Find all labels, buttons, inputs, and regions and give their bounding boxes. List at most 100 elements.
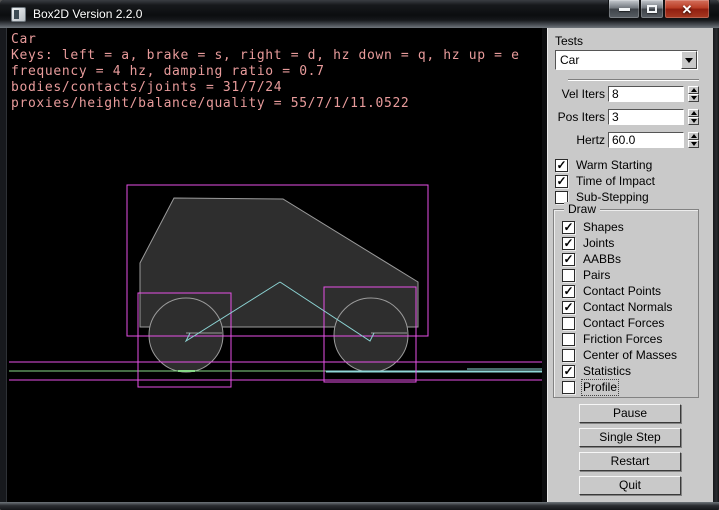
arrow-down-icon <box>691 119 697 123</box>
canvas-text-line-4: bodies/contacts/joints = 31/7/24 <box>11 80 520 96</box>
close-button[interactable]: ✕ <box>664 0 710 19</box>
time-of-impact-label: Time of Impact <box>576 175 655 188</box>
arrow-down-icon <box>691 142 697 146</box>
checkbox-friction-forces[interactable] <box>562 333 575 346</box>
separator <box>568 79 699 81</box>
checkbox-row-shapes[interactable]: ✓ Shapes <box>562 221 677 234</box>
hertz-spinner-down-button[interactable] <box>688 140 699 148</box>
minimize-icon <box>619 8 630 11</box>
canvas-text-line-3: frequency = 4 hz, damping ratio = 0.7 <box>11 64 520 80</box>
checkbox-time-of-impact[interactable]: ✓ <box>555 175 568 188</box>
checkbox-pairs[interactable] <box>562 269 575 282</box>
checkbox-row-contact-normals[interactable]: ✓ Contact Normals <box>562 301 677 314</box>
tests-dropdown-value: Car <box>560 53 579 67</box>
checkbox-row-joints[interactable]: ✓ Joints <box>562 237 677 250</box>
rear-wheel <box>334 298 408 372</box>
checkbox-row-warm-starting[interactable]: ✓ Warm Starting <box>555 159 655 172</box>
vel-iters-spinner <box>688 86 699 102</box>
checkbox-profile[interactable] <box>562 381 575 394</box>
checkbox-contact-normals[interactable]: ✓ <box>562 301 575 314</box>
joints-label: Joints <box>583 237 614 250</box>
pos-iters-label: Pos Iters <box>548 109 605 125</box>
pos-iters-spinner <box>688 109 699 125</box>
control-panel: Tests Car Vel Iters8Pos Iters3Hertz60.0 … <box>547 28 713 502</box>
arrow-up-icon <box>691 134 697 138</box>
vel-iters-label: Vel Iters <box>548 86 605 102</box>
close-icon: ✕ <box>682 3 693 16</box>
arrow-down-icon <box>691 96 697 100</box>
checkbox-warm-starting[interactable]: ✓ <box>555 159 568 172</box>
checkbox-row-profile[interactable]: Profile <box>562 381 677 394</box>
draw-toggle-list: ✓ Shapes ✓ Joints ✓ AABBs Pairs ✓ Contact Points… <box>562 221 677 397</box>
single-step-button[interactable]: Single Step <box>579 428 681 447</box>
checkbox-row-pairs[interactable]: Pairs <box>562 269 677 282</box>
maximize-button[interactable] <box>640 0 664 19</box>
checkbox-aabbs[interactable]: ✓ <box>562 253 575 266</box>
tests-dropdown[interactable]: Car <box>555 50 698 70</box>
shapes-label: Shapes <box>583 221 624 234</box>
chevron-down-icon <box>685 58 693 63</box>
pos-iters-spinner-down-button[interactable] <box>688 117 699 125</box>
field-row-vel-iters: Vel Iters8 <box>548 86 708 102</box>
checkbox-statistics[interactable]: ✓ <box>562 365 575 378</box>
vel-iters-spinner-down-button[interactable] <box>688 94 699 102</box>
solver-toggles: ✓Warm Starting✓Time of ImpactSub-Steppin… <box>555 159 655 207</box>
checkbox-row-contact-points[interactable]: ✓ Contact Points <box>562 285 677 298</box>
field-row-pos-iters: Pos Iters3 <box>548 109 708 125</box>
vel-iters-input[interactable]: 8 <box>608 86 684 102</box>
vel-iters-spinner-up-button[interactable] <box>688 86 699 94</box>
center-of-masses-label: Center of Masses <box>583 349 677 362</box>
window-border-bottom <box>0 502 719 510</box>
pause-button[interactable]: Pause <box>579 404 681 423</box>
draw-group-label: Draw <box>564 202 600 216</box>
contact-points-label: Contact Points <box>583 285 661 298</box>
tests-label: Tests <box>555 34 583 48</box>
canvas-text-line-1: Car <box>11 32 520 48</box>
checkbox-row-statistics[interactable]: ✓ Statistics <box>562 365 677 378</box>
pos-iters-input[interactable]: 3 <box>608 109 684 125</box>
restart-button[interactable]: Restart <box>579 452 681 471</box>
checkbox-contact-points[interactable]: ✓ <box>562 285 575 298</box>
pairs-label: Pairs <box>583 269 610 282</box>
checkbox-row-time-of-impact[interactable]: ✓ Time of Impact <box>555 175 655 188</box>
quit-button[interactable]: Quit <box>579 476 681 495</box>
statistics-label: Statistics <box>583 365 631 378</box>
hertz-input[interactable]: 60.0 <box>608 132 684 148</box>
minimize-button[interactable] <box>608 0 640 19</box>
front-wheel <box>149 298 223 372</box>
hertz-spinner-up-button[interactable] <box>688 132 699 140</box>
draw-group: Draw ✓Shapes✓Joints✓AABBsPairs✓Contact P… <box>553 209 699 398</box>
checkbox-row-friction-forces[interactable]: Friction Forces <box>562 333 677 346</box>
field-row-hertz: Hertz60.0 <box>548 132 708 148</box>
friction-forces-label: Friction Forces <box>583 333 662 346</box>
checkbox-joints[interactable]: ✓ <box>562 237 575 250</box>
title-bar[interactable]: Box2D Version 2.2.0 ✕ <box>0 0 719 28</box>
pos-iters-spinner-up-button[interactable] <box>688 109 699 117</box>
checkbox-row-contact-forces[interactable]: Contact Forces <box>562 317 677 330</box>
contact-normals-label: Contact Normals <box>583 301 672 314</box>
iteration-fields: Vel Iters8Pos Iters3Hertz60.0 <box>548 86 708 155</box>
checkbox-row-aabbs[interactable]: ✓ AABBs <box>562 253 677 266</box>
contact-forces-label: Contact Forces <box>583 317 664 330</box>
hertz-spinner <box>688 132 699 148</box>
profile-label: Profile <box>583 381 617 394</box>
checkbox-center-of-masses[interactable] <box>562 349 575 362</box>
hertz-label: Hertz <box>548 132 605 148</box>
checkbox-shapes[interactable]: ✓ <box>562 221 575 234</box>
warm-starting-label: Warm Starting <box>576 159 652 172</box>
aabbs-label: AABBs <box>583 253 621 266</box>
action-buttons: Pause Single Step Restart Quit <box>579 404 681 500</box>
app-icon <box>11 7 26 22</box>
arrow-up-icon <box>691 111 697 115</box>
checkbox-row-center-of-masses[interactable]: Center of Masses <box>562 349 677 362</box>
window-title: Box2D Version 2.2.0 <box>33 7 142 21</box>
maximize-icon <box>647 5 657 13</box>
canvas-hud: CarKeys: left = a, brake = s, right = d,… <box>11 32 520 112</box>
tests-dropdown-button[interactable] <box>681 51 697 69</box>
arrow-up-icon <box>691 88 697 92</box>
canvas-text-line-2: Keys: left = a, brake = s, right = d, hz… <box>11 48 520 64</box>
checkbox-contact-forces[interactable] <box>562 317 575 330</box>
window-border-right <box>713 28 719 510</box>
testbed-canvas[interactable]: CarKeys: left = a, brake = s, right = d,… <box>6 28 542 502</box>
canvas-text-line-5: proxies/height/balance/quality = 55/7/1/… <box>11 96 520 112</box>
